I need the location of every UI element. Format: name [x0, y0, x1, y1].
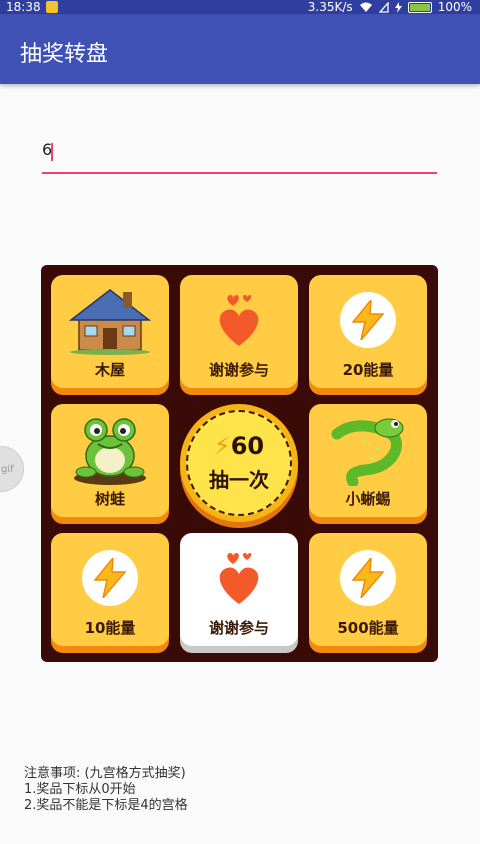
input-underline: [42, 172, 437, 174]
index-input[interactable]: [42, 138, 437, 159]
notes-title: 注意事项: (九宫格方式抽奖): [24, 766, 186, 781]
text-cursor: [51, 143, 53, 161]
lightning-icon: [351, 558, 385, 598]
prize-cell-cabin: 木屋: [51, 275, 169, 388]
charging-icon: [394, 1, 402, 13]
prize-cell-thanks-active: 谢谢参与: [180, 533, 298, 646]
draw-label: 抽一次: [209, 468, 269, 492]
prize-label: 20能量: [342, 361, 394, 379]
notification-icon: [46, 1, 58, 13]
frog-icon: [74, 418, 146, 485]
prize-label: 谢谢参与: [208, 619, 269, 637]
energy-badge: [82, 550, 138, 606]
lightning-icon: ⚡: [213, 432, 231, 460]
prize-label: 树蛙: [94, 490, 125, 508]
notes-line-1: 1.奖品下标从0开始: [24, 782, 136, 797]
energy-count: ⚡60: [180, 432, 298, 460]
status-bar: 18:38 3.35K/s 100%: [0, 0, 480, 14]
notes: 注意事项: (九宫格方式抽奖) 1.奖品下标从0开始 2.奖品不能是下标是4的宫…: [24, 766, 188, 814]
lightning-icon: [351, 300, 385, 340]
app-title: 抽奖转盘: [20, 42, 109, 67]
cabin-icon: [68, 289, 152, 355]
energy-badge: [340, 550, 396, 606]
gif-label: gif: [1, 464, 14, 475]
prize-label: 小蜥蜴: [345, 490, 391, 508]
battery-percent: 100%: [437, 0, 472, 14]
prize-cell-energy-10: 10能量: [51, 533, 169, 646]
prize-label: 10能量: [84, 619, 136, 637]
status-time: 18:38: [6, 0, 41, 14]
lizard-icon: [331, 418, 404, 486]
status-right: 3.35K/s 100%: [308, 0, 472, 14]
draw-button[interactable]: ⚡60 抽一次: [180, 404, 298, 522]
hearts-icon: [219, 553, 259, 604]
gif-float-button[interactable]: gif: [0, 446, 24, 492]
network-speed: 3.35K/s: [307, 0, 353, 14]
prize-label: 500能量: [337, 619, 399, 637]
battery-level: [409, 3, 430, 11]
prize-cell-thanks: 谢谢参与: [180, 275, 298, 388]
hearts-icon: [219, 295, 259, 346]
notes-line-2: 2.奖品不能是下标是4的宫格: [24, 798, 188, 813]
battery-icon: [407, 1, 432, 13]
index-input-field[interactable]: [42, 138, 437, 174]
prize-cell-energy-500: 500能量: [309, 533, 427, 646]
prize-cell-frog: 树蛙: [51, 404, 169, 517]
prize-cell-lizard: 小蜥蜴: [309, 404, 427, 517]
prize-label: 谢谢参与: [208, 361, 269, 379]
prize-cell-energy-20: 20能量: [309, 275, 427, 388]
app-bar: 抽奖转盘: [0, 14, 480, 84]
energy-count-value: 60: [230, 432, 265, 460]
prize-label: 木屋: [94, 361, 125, 379]
lightning-icon: [93, 558, 127, 598]
draw-button-face: [186, 410, 292, 516]
wifi-icon: [359, 2, 372, 12]
energy-badge: [340, 292, 396, 348]
lottery-board: 木屋 谢谢参与 20能量 树蛙 ⚡60 抽一次 小蜥蜴 10能量 谢谢参与 50…: [41, 265, 438, 662]
sim-x-icon: [378, 1, 389, 13]
